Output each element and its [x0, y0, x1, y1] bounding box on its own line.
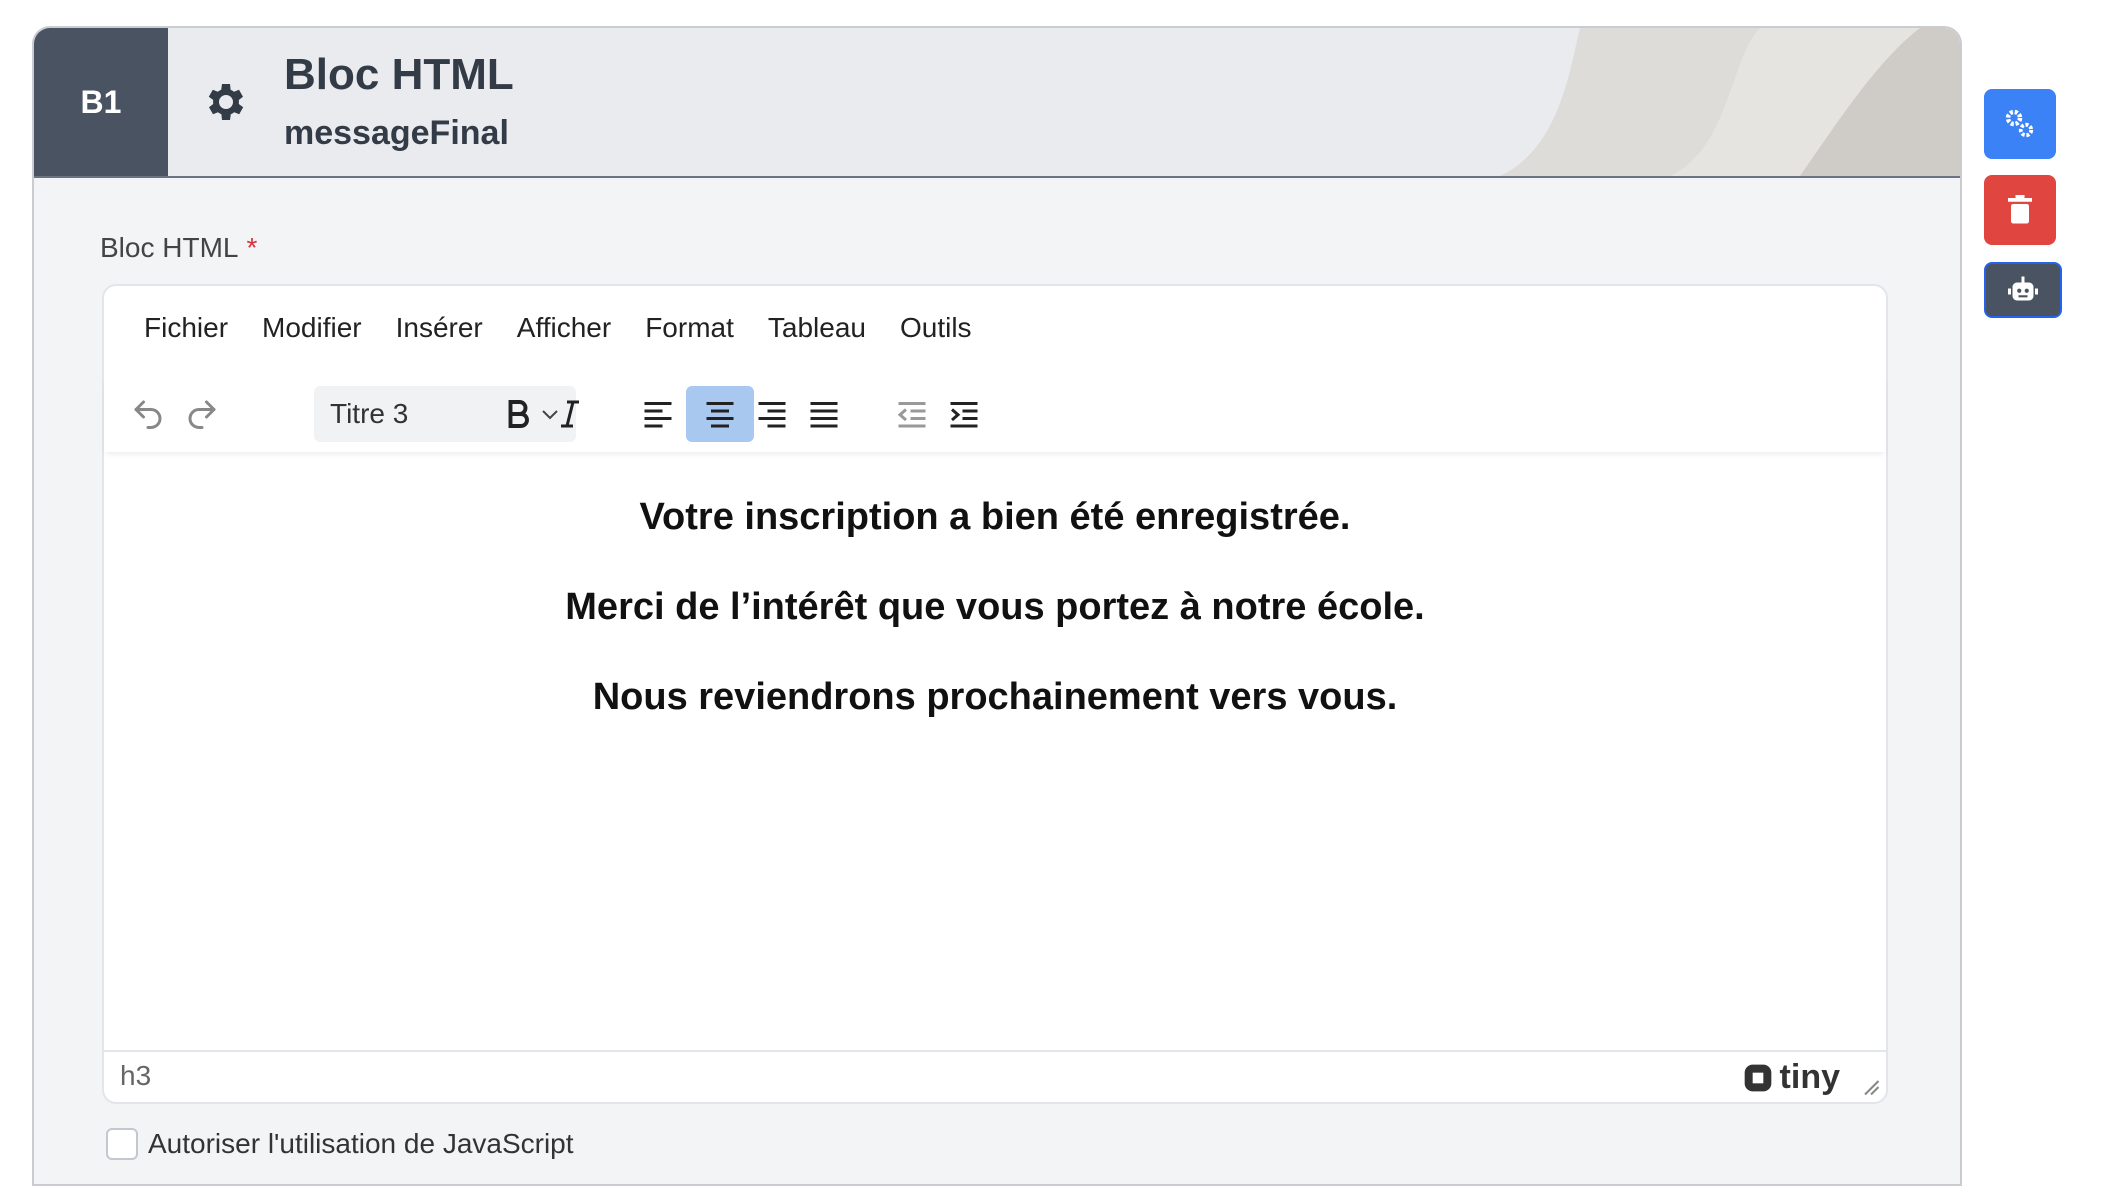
allow-javascript-checkbox[interactable]: [106, 1128, 138, 1160]
tiny-logo-icon: [1744, 1064, 1771, 1091]
block-format-value: Titre 3: [330, 398, 409, 429]
robot-button[interactable]: [1984, 262, 2062, 318]
indent-button[interactable]: [930, 386, 998, 442]
content-line-2: Merci de l’intérêt que vous portez à not…: [565, 586, 1425, 628]
tiny-logo[interactable]: tiny: [1742, 1058, 1840, 1097]
menu-tools[interactable]: Outils: [900, 312, 972, 344]
content-line-3: Nous reviendrons prochainement vers vous…: [592, 676, 1398, 718]
element-path[interactable]: h3: [120, 1060, 151, 1092]
tiny-logo-text: tiny: [1779, 1058, 1840, 1096]
block-id-badge: B1: [34, 28, 168, 176]
settings-button[interactable]: [1984, 89, 2056, 159]
menu-table[interactable]: Tableau: [768, 312, 866, 344]
align-right-icon: [758, 402, 786, 428]
menu-insert[interactable]: Insérer: [396, 312, 483, 344]
html-block-card: B1 Bloc HTML messageFinal Bloc HTML * Fic…: [32, 26, 1962, 1186]
required-mark: *: [246, 232, 258, 263]
rich-text-editor: Fichier Modifier Insérer Afficher Format…: [102, 284, 1888, 1104]
redo-icon: [188, 400, 216, 429]
indent-icon: [950, 402, 978, 428]
field-label: Bloc HTML *: [100, 232, 257, 264]
allow-javascript-label[interactable]: Autoriser l'utilisation de JavaScript: [148, 1128, 574, 1160]
javascript-option: Autoriser l'utilisation de JavaScript: [106, 1128, 574, 1160]
page-curl-decoration: [1500, 28, 1960, 176]
italic-icon: [561, 400, 579, 428]
bold-icon: [508, 400, 529, 428]
align-center-icon: [706, 402, 734, 428]
menu-view[interactable]: Afficher: [517, 312, 611, 344]
menu-edit[interactable]: Modifier: [262, 312, 362, 344]
align-justify-button[interactable]: [790, 386, 858, 442]
trash-icon: [2008, 195, 2032, 224]
field-label-text: Bloc HTML: [100, 232, 239, 263]
editor-statusbar: h3 tiny: [104, 1050, 1886, 1102]
align-justify-icon: [810, 402, 838, 428]
editor-content[interactable]: Votre inscription a bien été enregistrée…: [104, 472, 1886, 742]
block-name: messageFinal: [284, 114, 509, 152]
delete-button[interactable]: [1984, 175, 2056, 245]
resize-handle-icon[interactable]: [1862, 1078, 1880, 1096]
robot-icon: [2008, 276, 2038, 301]
gear-icon: [208, 84, 244, 120]
block-title: Bloc HTML: [284, 50, 514, 99]
outdent-icon: [897, 402, 926, 428]
italic-button[interactable]: [536, 386, 604, 442]
redo-button[interactable]: [168, 386, 236, 442]
undo-icon: [134, 400, 162, 429]
editor-menubar: Fichier Modifier Insérer Afficher Format…: [144, 312, 1006, 344]
editor-toolbar: Titre 3: [104, 376, 1886, 452]
menu-file[interactable]: Fichier: [144, 312, 228, 344]
menu-format[interactable]: Format: [645, 312, 734, 344]
card-header: B1 Bloc HTML messageFinal: [34, 28, 1960, 178]
gears-icon: [2005, 109, 2034, 138]
content-line-1: Votre inscription a bien été enregistrée…: [639, 496, 1351, 538]
align-left-button[interactable]: [624, 386, 692, 442]
align-left-icon: [644, 402, 672, 428]
